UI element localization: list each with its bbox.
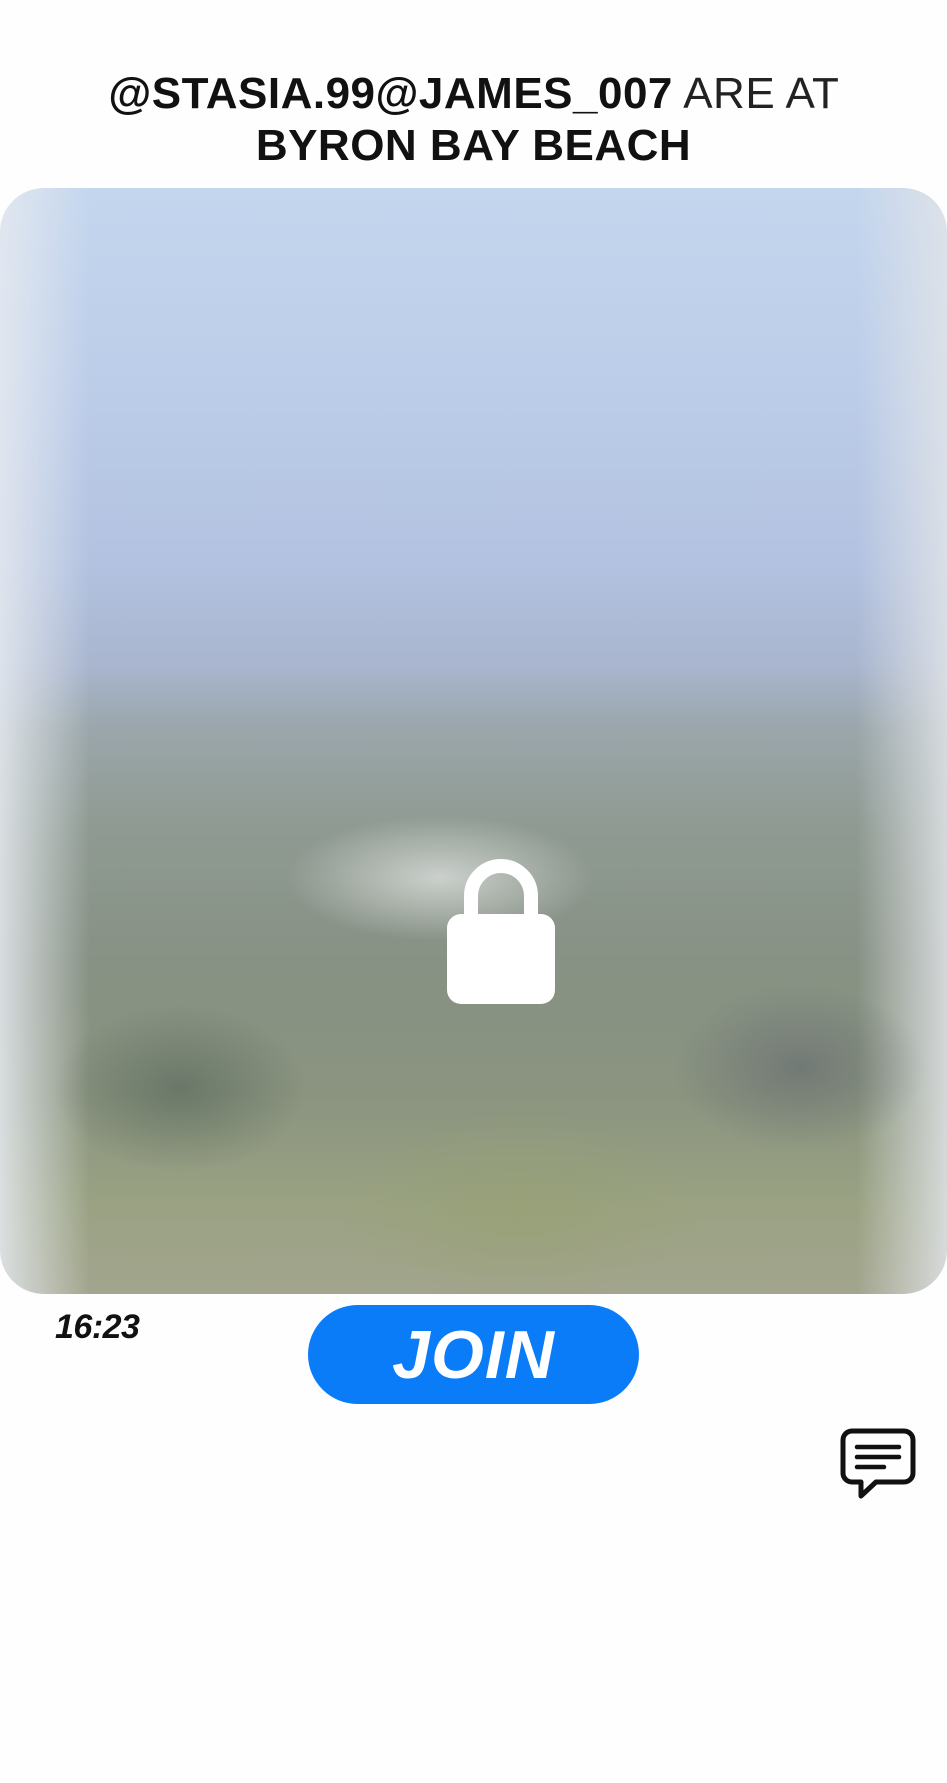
tagged-users[interactable]: @STASIA.99@JAMES_007 <box>108 69 673 118</box>
post-time: 16:23 <box>55 1308 140 1346</box>
lock-icon <box>447 859 555 1004</box>
chat-bubble-icon[interactable] <box>840 1428 916 1500</box>
join-button[interactable]: JOIN <box>308 1305 639 1404</box>
title-connector: ARE AT <box>683 69 839 118</box>
blurred-photo[interactable] <box>0 188 947 1294</box>
location-name[interactable]: BYRON BAY BEACH <box>256 121 691 170</box>
post-title: @STASIA.99@JAMES_007 ARE AT BYRON BAY BE… <box>40 68 907 172</box>
